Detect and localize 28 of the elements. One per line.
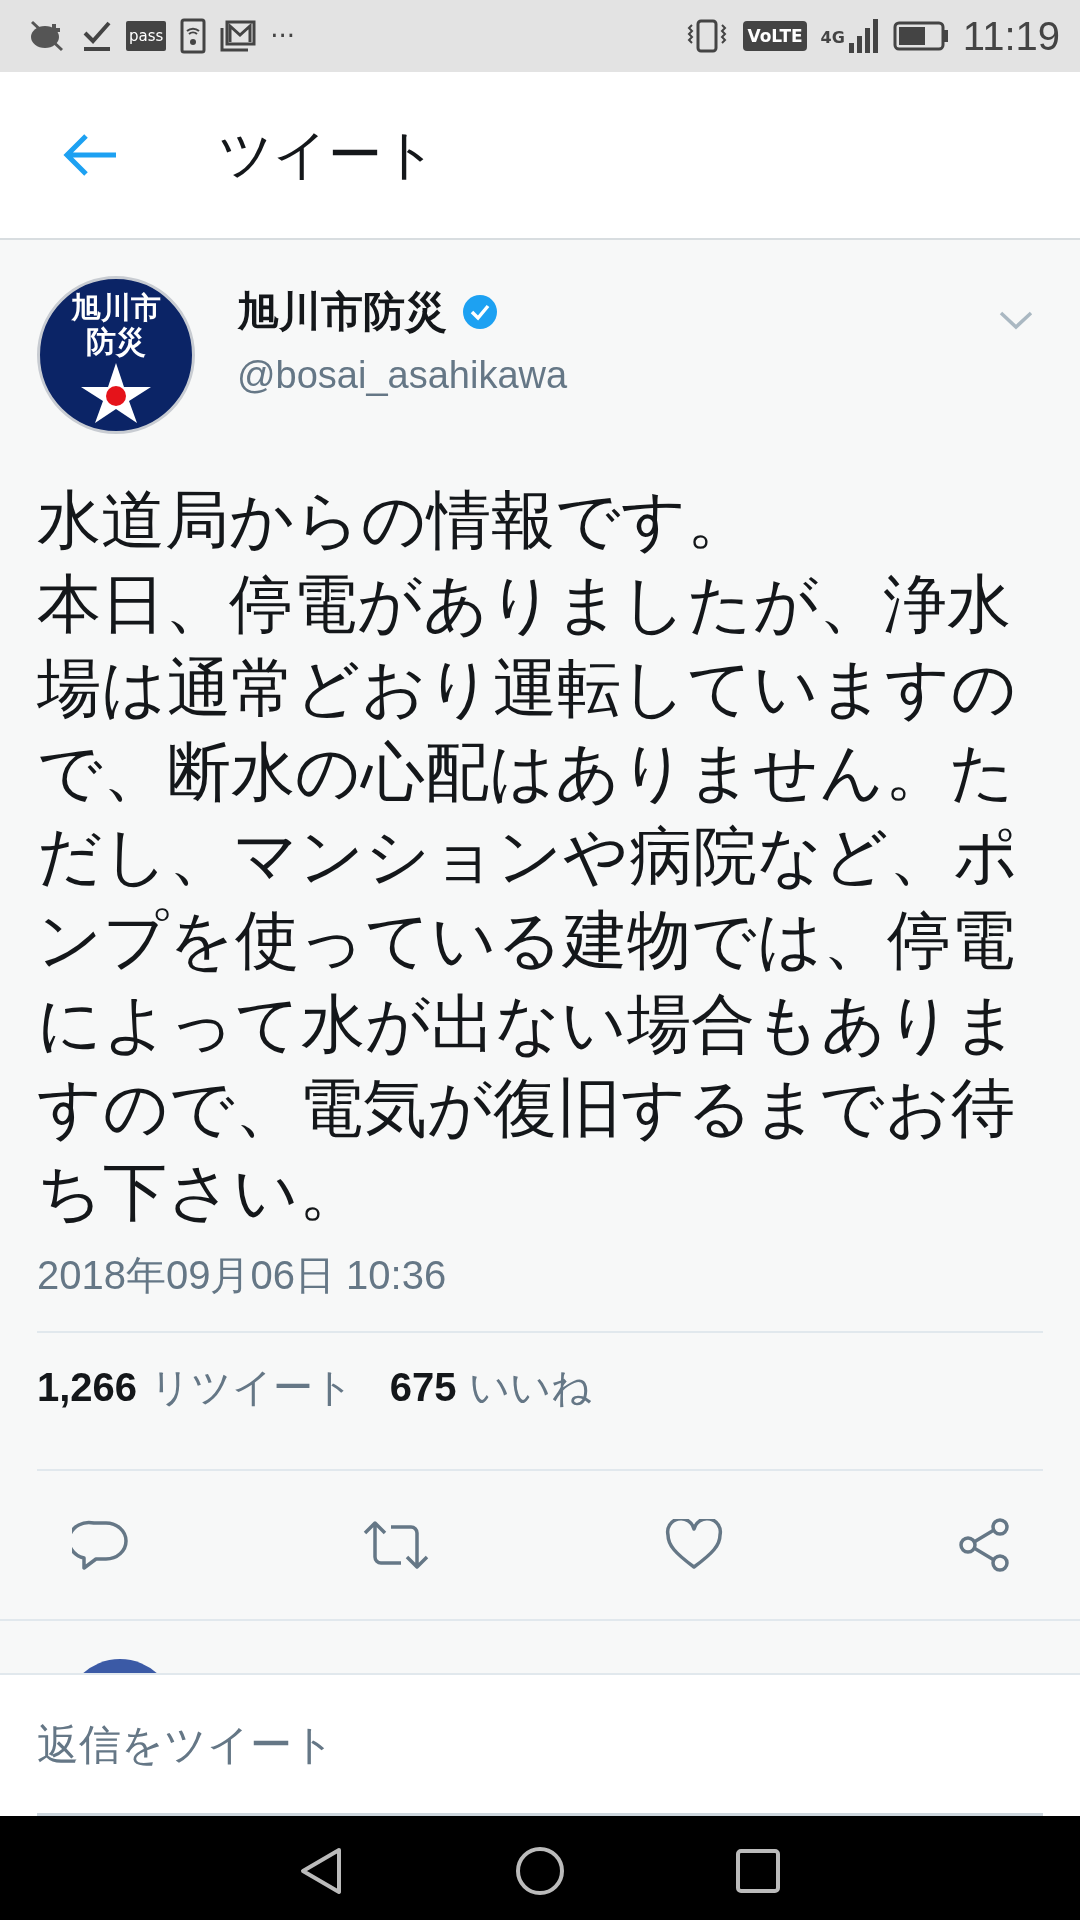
tweet-stat[interactable]: 1,266 リツイート <box>37 1359 354 1415</box>
account-handle[interactable]: @bosai_asahikawa <box>237 354 568 397</box>
volte-icon: VoLTE <box>743 21 807 51</box>
mail-icon <box>220 20 257 52</box>
reply-icon[interactable] <box>72 1519 128 1571</box>
pass-icon: pass <box>126 21 167 51</box>
heart-icon[interactable] <box>664 1519 723 1571</box>
network-type: 4G <box>820 27 845 47</box>
account-name[interactable]: 旭川市防災 <box>237 284 447 340</box>
avatar-text: 防災 <box>86 325 146 359</box>
share-icon[interactable] <box>956 1517 1012 1573</box>
battery-icon <box>892 21 949 51</box>
home-icon[interactable] <box>515 1846 565 1896</box>
tweet-text: 水道局からの情報です。 <box>37 482 752 559</box>
back-arrow-icon[interactable] <box>62 133 118 177</box>
more-notifications: ··· <box>270 21 296 51</box>
signal-icon <box>848 19 879 53</box>
tweet-timestamp: 2018年09月06日 10:36 <box>37 1252 448 1299</box>
recents-icon[interactable] <box>735 1848 781 1894</box>
tweet-stat[interactable]: 675 いいね <box>389 1359 593 1415</box>
avatar-text: 旭川市 <box>71 291 161 325</box>
star-icon <box>81 363 151 423</box>
avatar[interactable]: 旭川市 防災 <box>37 276 195 434</box>
clock-time: 11:19 <box>962 13 1060 59</box>
screen-title: ツイート <box>218 121 437 188</box>
download-done-icon <box>82 19 112 53</box>
tweet-text: 本日、停電がありましたが、浄水場は通常どおり運転していますので、断水の心配はありません。ただし、マンションや病院など、ポンプを使っている建物では、停電によって水が出ない場合もありますので、電気が復旧するまでお待ち下さい。 <box>37 566 1020 1231</box>
wallet-icon <box>180 18 207 54</box>
